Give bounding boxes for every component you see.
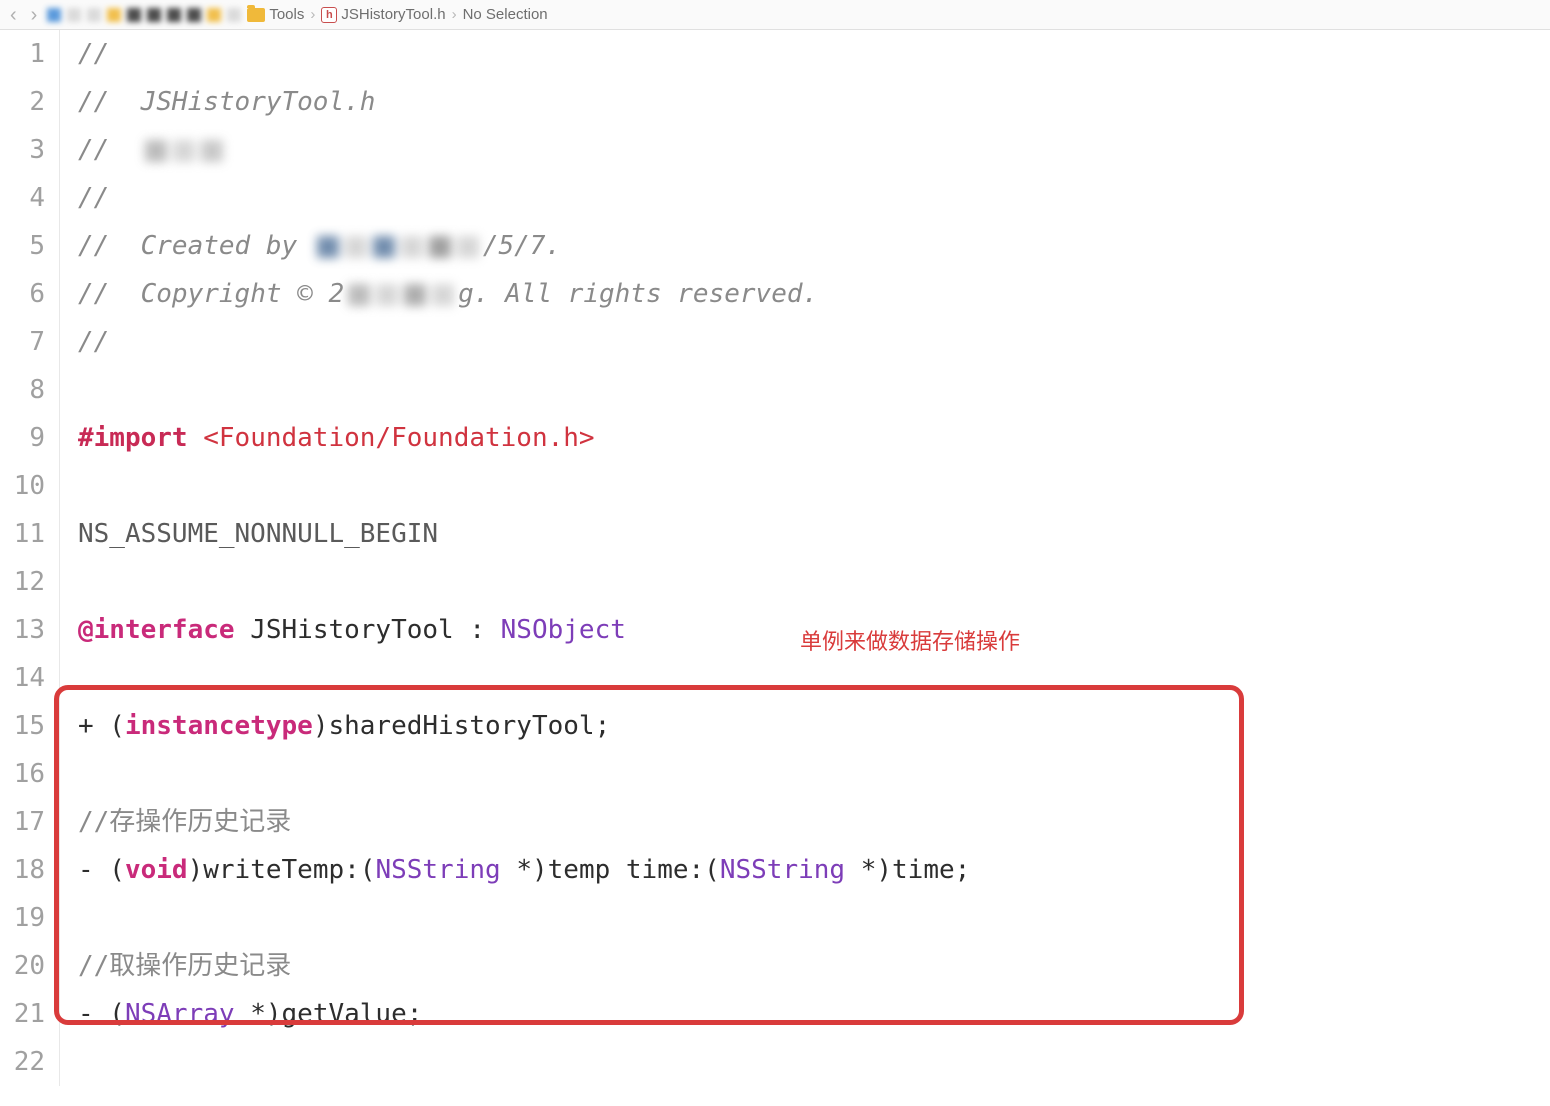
line-number: 8 [0,366,45,414]
line-number-gutter: 1 2 3 4 5 6 7 8 9 10 11 12 13 14 15 16 1… [0,30,60,1086]
line-number: 15 [0,702,45,750]
line-number: 17 [0,798,45,846]
line-number: 1 [0,30,45,78]
code-line [78,1038,1550,1086]
breadcrumb-label: No Selection [463,6,548,23]
line-number: 9 [0,414,45,462]
breadcrumb-item-file[interactable]: h JSHistoryTool.h [321,6,445,23]
line-number: 7 [0,318,45,366]
code-line: + (instancetype)sharedHistoryTool; [78,702,1550,750]
code-line: // [78,174,1550,222]
breadcrumb-item-selection[interactable]: No Selection [463,6,548,23]
code-line: //存操作历史记录 [78,798,1550,846]
obscured-text [317,236,479,258]
code-line: // [78,318,1550,366]
obscured-breadcrumb [47,8,241,22]
line-number: 16 [0,750,45,798]
code-line: // Copyright © 2g. All rights reserved. [78,270,1550,318]
code-line: // Created by /5/7. [78,222,1550,270]
code-line [78,750,1550,798]
obscured-text [348,284,454,306]
line-number: 19 [0,894,45,942]
code-line: - (void)writeTemp:(NSString *)temp time:… [78,846,1550,894]
obscured-text [145,140,223,162]
breadcrumb-separator: › [310,6,315,23]
folder-icon [247,8,265,22]
annotation-label: 单例来做数据存储操作 [800,618,1020,666]
nav-back-button[interactable]: ‹ [6,5,21,25]
code-line: NS_ASSUME_NONNULL_BEGIN [78,510,1550,558]
line-number: 10 [0,462,45,510]
code-line: // JSHistoryTool.h [78,78,1550,126]
code-text-area[interactable]: // // JSHistoryTool.h // // // Created b… [60,30,1550,1086]
code-line [78,894,1550,942]
line-number: 20 [0,942,45,990]
line-number: 18 [0,846,45,894]
line-number: 13 [0,606,45,654]
breadcrumb-bar: ‹ › Tools › h JSHistoryTool.h › No Selec… [0,0,1550,30]
line-number: 12 [0,558,45,606]
breadcrumb-label: Tools [269,6,304,23]
line-number: 21 [0,990,45,1038]
code-line [78,558,1550,606]
line-number: 4 [0,174,45,222]
code-line: // [78,30,1550,78]
line-number: 2 [0,78,45,126]
code-line: #import <Foundation/Foundation.h> [78,414,1550,462]
breadcrumb-item-tools[interactable]: Tools [247,6,304,23]
code-line: // [78,126,1550,174]
code-line [78,462,1550,510]
line-number: 5 [0,222,45,270]
line-number: 3 [0,126,45,174]
line-number: 22 [0,1038,45,1086]
code-line: //取操作历史记录 [78,942,1550,990]
code-line: - (NSArray *)getValue; [78,990,1550,1038]
line-number: 14 [0,654,45,702]
line-number: 11 [0,510,45,558]
code-line [78,366,1550,414]
nav-forward-button[interactable]: › [27,5,42,25]
code-editor: 1 2 3 4 5 6 7 8 9 10 11 12 13 14 15 16 1… [0,30,1550,1086]
line-number: 6 [0,270,45,318]
breadcrumb-separator: › [452,6,457,23]
header-file-icon: h [321,7,337,23]
breadcrumb-label: JSHistoryTool.h [341,6,445,23]
